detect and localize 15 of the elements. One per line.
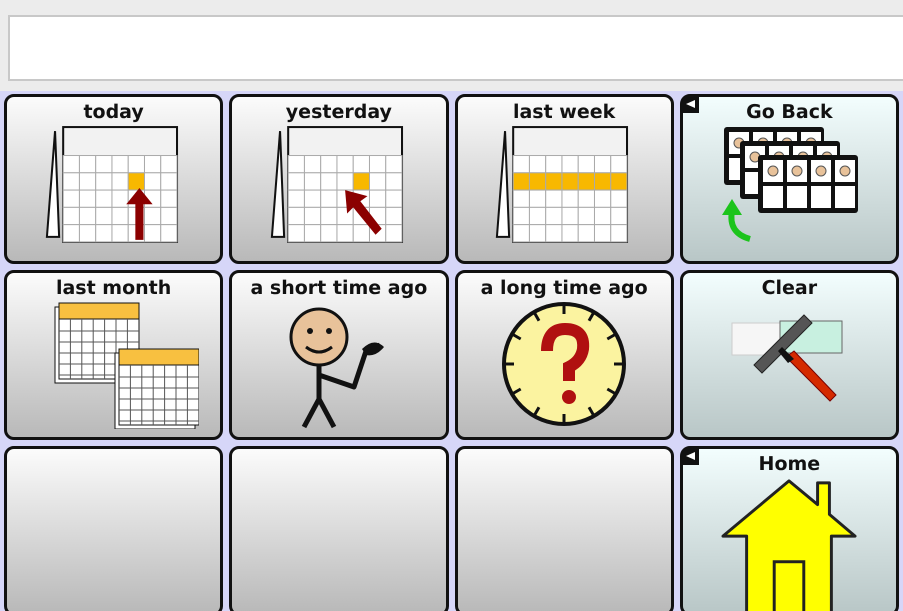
symbol-button[interactable]: yesterday xyxy=(229,94,448,264)
calendar-icon xyxy=(496,126,628,243)
symbol-button[interactable]: Go Back xyxy=(680,94,899,264)
symbol-button[interactable]: a short time ago xyxy=(229,270,448,440)
empty-symbol-button[interactable] xyxy=(454,446,674,611)
empty-symbol-button[interactable] xyxy=(4,446,224,611)
symbol-button[interactable]: Home xyxy=(680,446,899,611)
symbol-button[interactable]: Clear xyxy=(680,270,899,440)
symbol-button[interactable]: last week xyxy=(454,94,674,264)
symbol-button[interactable]: last month xyxy=(4,270,224,440)
calendar-icon xyxy=(45,126,178,243)
symbol-button[interactable]: today xyxy=(4,94,224,264)
calendar-icon xyxy=(270,126,403,243)
symbol-button[interactable]: a long time ago xyxy=(454,270,674,440)
empty-symbol-button[interactable] xyxy=(229,446,448,611)
